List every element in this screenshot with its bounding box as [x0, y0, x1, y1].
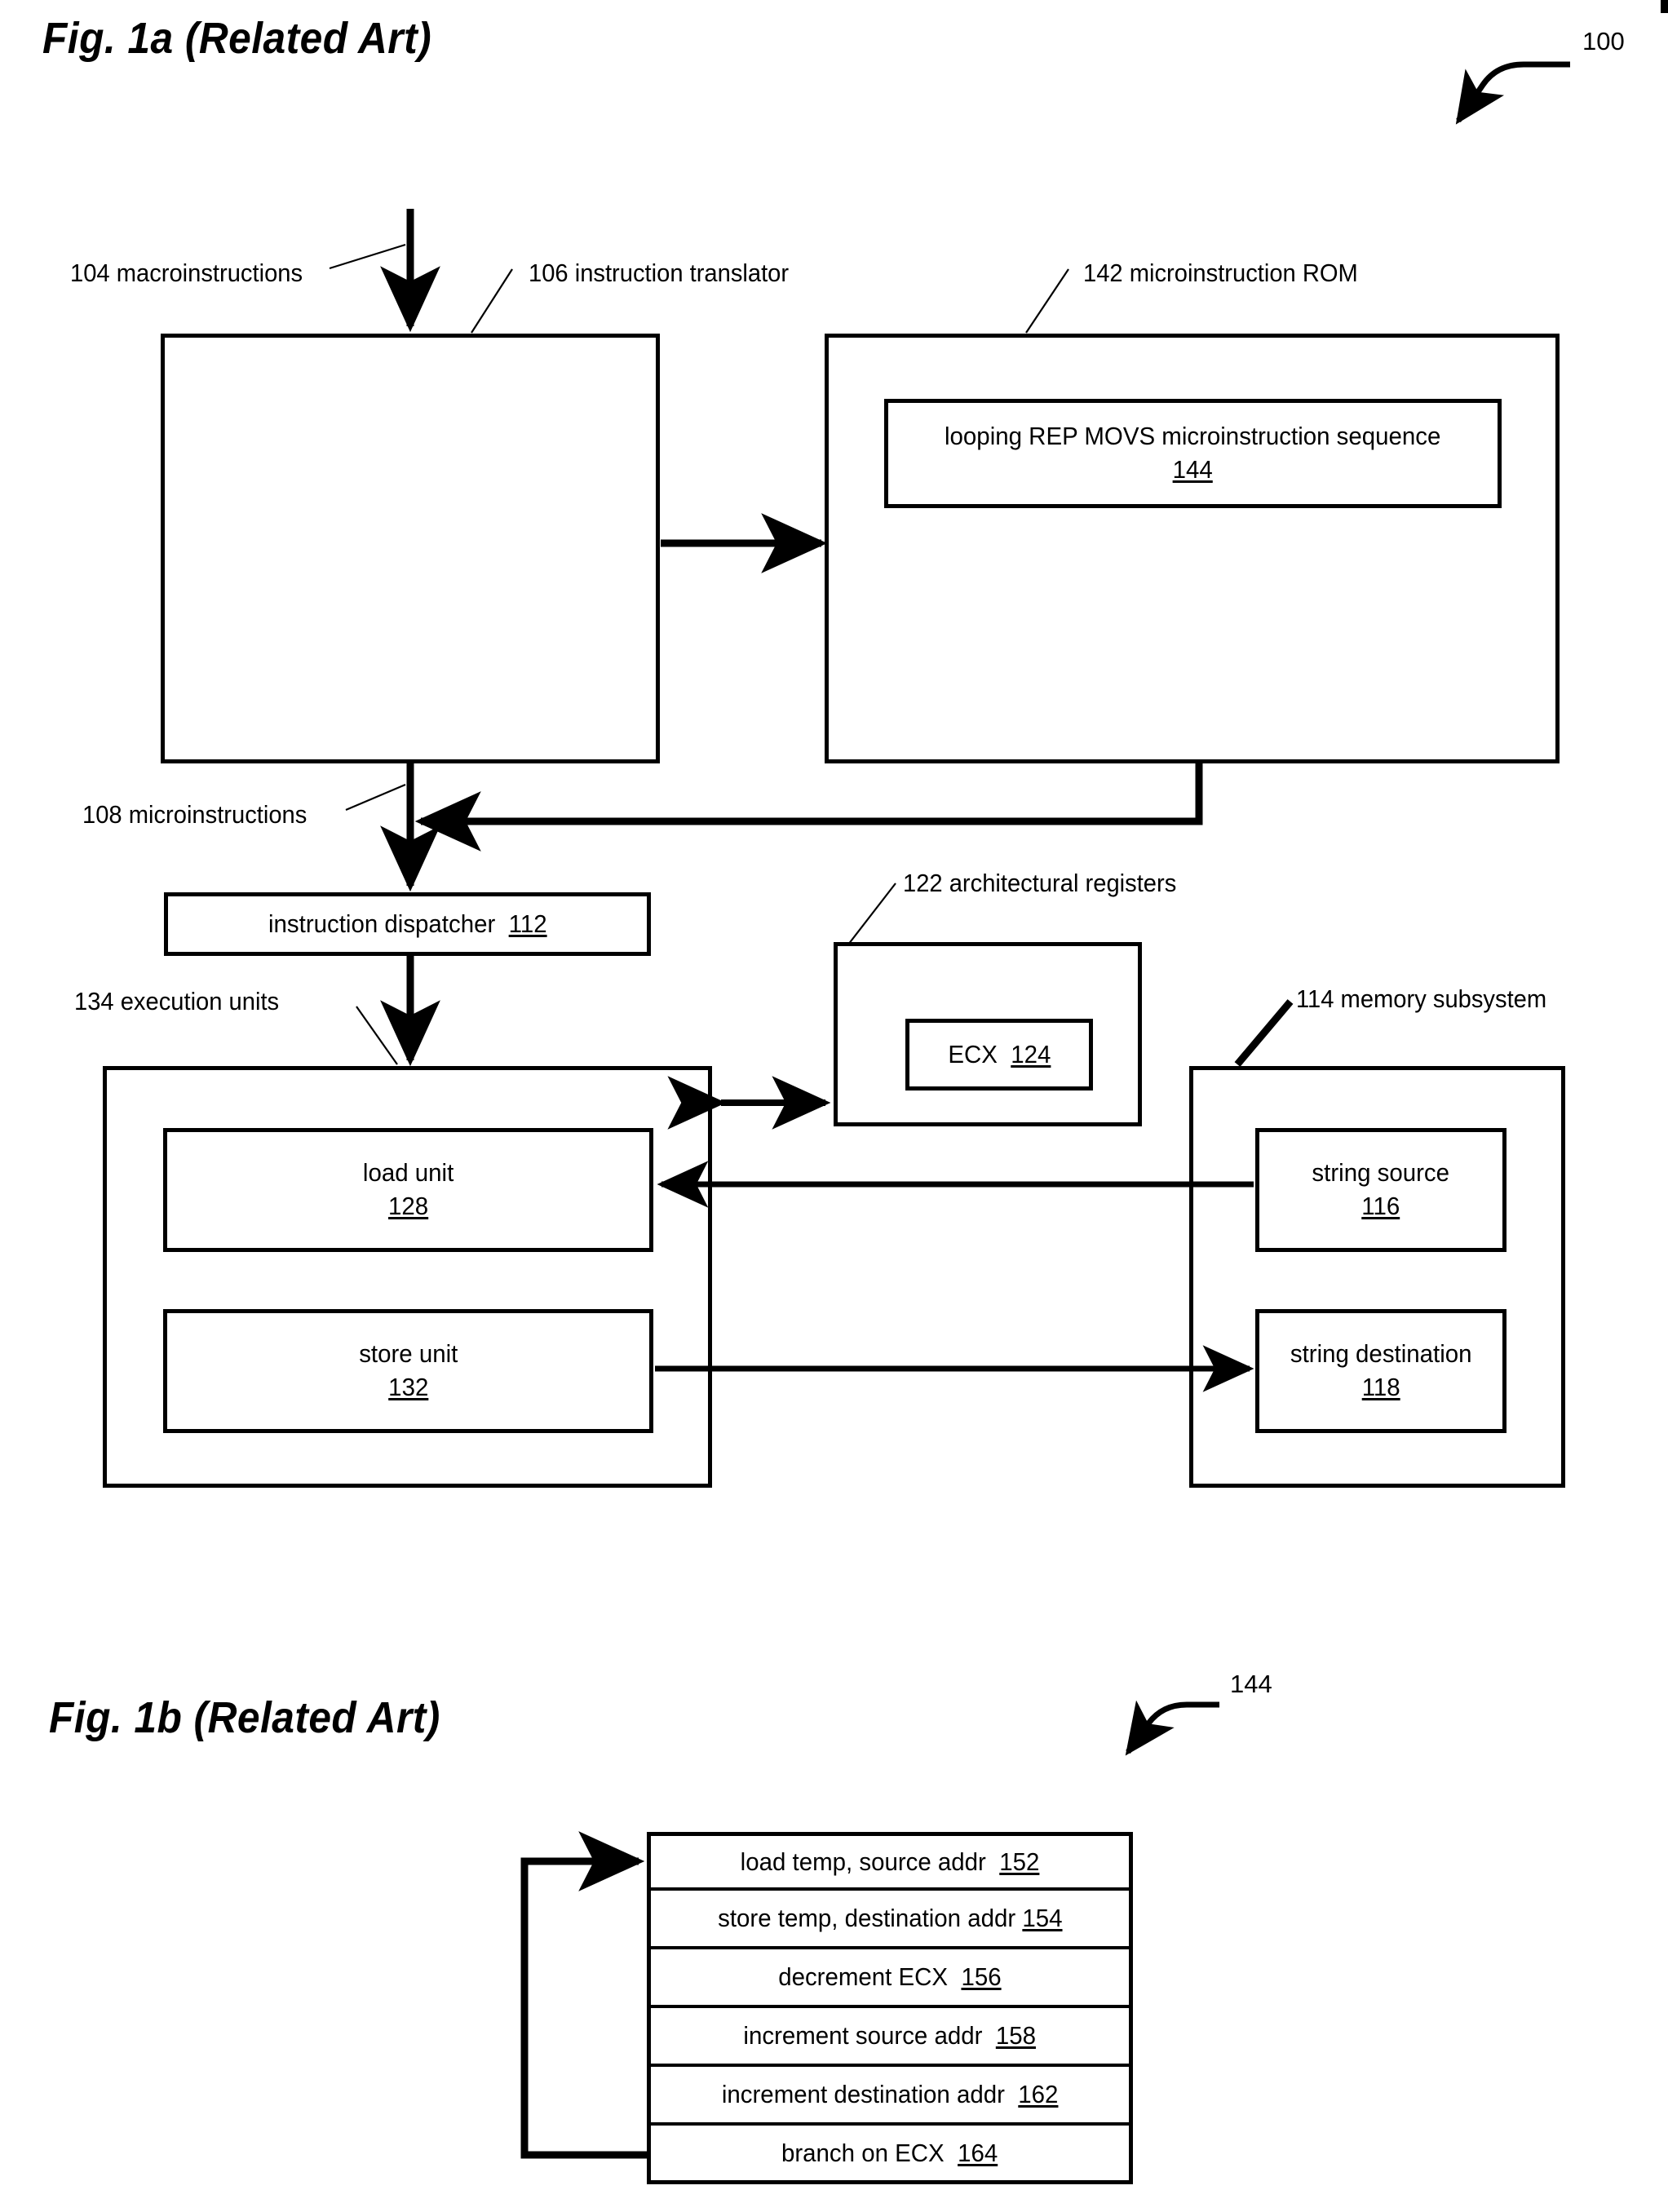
- label-122-architectural-registers: 122 architectural registers: [903, 869, 1177, 897]
- seq-row-152-label: load temp, source addr: [740, 1847, 986, 1876]
- label-108-microinstructions: 108 microinstructions: [82, 800, 307, 829]
- leader-line-106: [471, 268, 513, 334]
- seq-row-164-text: branch on ECX 164: [781, 2139, 998, 2168]
- seq-row-152-text: load temp, source addr 152: [741, 1847, 1040, 1877]
- label-142-microinstruction-rom: 142 microinstruction ROM: [1083, 259, 1358, 287]
- string-source-label: string source: [1312, 1158, 1450, 1188]
- instruction-translator-box[interactable]: [161, 334, 660, 763]
- rom-to-microinstruction-bus-arrow: [414, 763, 1203, 852]
- seq-row-158[interactable]: increment source addr 158: [647, 2008, 1133, 2067]
- seq-row-156-ref: 156: [961, 1962, 1002, 1991]
- instruction-dispatcher-ref: 112: [508, 909, 547, 938]
- string-destination-box[interactable]: string destination 118: [1255, 1309, 1507, 1433]
- string-source-text: string source 116: [1312, 1157, 1450, 1223]
- seq-row-156-label: decrement ECX: [778, 1962, 949, 1991]
- microinstruction-sequence-table: load temp, source addr 152 store temp, d…: [647, 1832, 1133, 2184]
- instruction-dispatcher-box[interactable]: instruction dispatcher 112: [164, 892, 651, 956]
- fig-1b-title: Fig. 1b (Related Art): [49, 1693, 440, 1742]
- store-unit-box[interactable]: store unit 132: [163, 1309, 653, 1433]
- callout-144-leader-arrow: [1125, 1700, 1219, 1756]
- seq-row-154-ref: 154: [1022, 1904, 1063, 1932]
- leader-line-114: [1234, 999, 1294, 1067]
- seq-row-162[interactable]: increment destination addr 162: [647, 2067, 1133, 2126]
- seq-row-156-text: decrement ECX 156: [778, 1962, 1001, 1992]
- leader-line-108: [345, 783, 406, 812]
- leader-line-122: [847, 883, 896, 945]
- seq-row-154-text: store temp, destination addr 154: [718, 1904, 1062, 1933]
- leader-line-104: [329, 243, 406, 270]
- seq-row-162-text: increment destination addr 162: [722, 2080, 1059, 2109]
- seq-row-164-ref: 164: [958, 2138, 998, 2167]
- rep-movs-sequence-text: looping REP MOVS microinstruction sequen…: [945, 420, 1440, 487]
- ecx-register-text: ECX 124: [948, 1038, 1051, 1072]
- label-106-instruction-translator: 106 instruction translator: [529, 259, 790, 287]
- seq-row-152[interactable]: load temp, source addr 152: [647, 1832, 1133, 1891]
- seq-row-158-label: increment source addr: [743, 2021, 983, 2050]
- seq-row-154[interactable]: store temp, destination addr 154: [647, 1891, 1133, 1949]
- store-unit-text: store unit 132: [359, 1338, 458, 1405]
- rep-movs-sequence-box[interactable]: looping REP MOVS microinstruction sequen…: [884, 399, 1502, 508]
- fig-1b-callout-number: 144: [1230, 1670, 1272, 1698]
- load-unit-box[interactable]: load unit 128: [163, 1128, 653, 1252]
- branch-loopback-arrow: [520, 1831, 647, 2159]
- string-source-ref: 116: [1361, 1192, 1400, 1220]
- seq-row-158-ref: 158: [996, 2021, 1037, 2050]
- label-134-execution-units: 134 execution units: [74, 987, 280, 1015]
- scan-artifact-mark: [1661, 0, 1668, 13]
- ecx-register-ref: 124: [1010, 1039, 1051, 1068]
- seq-row-162-ref: 162: [1018, 2080, 1059, 2108]
- string-destination-label: string destination: [1290, 1339, 1472, 1369]
- seq-row-158-text: increment source addr 158: [744, 2021, 1037, 2051]
- instruction-dispatcher-text: instruction dispatcher 112: [268, 908, 547, 941]
- load-unit-label: load unit: [362, 1158, 454, 1188]
- rep-movs-sequence-ref: 144: [1172, 455, 1214, 484]
- string-destination-ref: 118: [1361, 1373, 1400, 1401]
- store-unit-ref: 132: [387, 1373, 429, 1401]
- instruction-dispatcher-label: instruction dispatcher: [268, 909, 495, 938]
- seq-row-164-label: branch on ECX: [781, 2138, 945, 2167]
- load-unit-text: load unit 128: [363, 1157, 454, 1223]
- string-source-box[interactable]: string source 116: [1255, 1128, 1507, 1252]
- store-unit-label: store unit: [358, 1339, 458, 1369]
- callout-100-leader-arrow: [1455, 61, 1570, 125]
- fig-1a-callout-number: 100: [1582, 27, 1625, 55]
- ecx-register-label: ECX: [947, 1039, 998, 1068]
- load-unit-ref: 128: [387, 1192, 429, 1220]
- patent-figure-page: Fig. 1a (Related Art) 100 104 macroinstr…: [0, 0, 1668, 2212]
- label-114-memory-subsystem: 114 memory subsystem: [1296, 984, 1547, 1013]
- seq-row-164[interactable]: branch on ECX 164: [647, 2126, 1133, 2184]
- label-104-macroinstructions: 104 macroinstructions: [70, 259, 303, 287]
- leader-line-134: [356, 1006, 398, 1065]
- rep-movs-sequence-label: looping REP MOVS microinstruction sequen…: [945, 422, 1441, 451]
- fig-1a-title: Fig. 1a (Related Art): [42, 14, 432, 63]
- seq-row-156[interactable]: decrement ECX 156: [647, 1949, 1133, 2008]
- ecx-register-box[interactable]: ECX 124: [905, 1019, 1093, 1091]
- seq-row-162-label: increment destination addr: [721, 2080, 1005, 2108]
- string-destination-text: string destination 118: [1290, 1338, 1472, 1405]
- seq-row-154-label: store temp, destination addr: [717, 1904, 1015, 1932]
- seq-row-152-ref: 152: [999, 1847, 1040, 1876]
- leader-line-142: [1025, 268, 1069, 334]
